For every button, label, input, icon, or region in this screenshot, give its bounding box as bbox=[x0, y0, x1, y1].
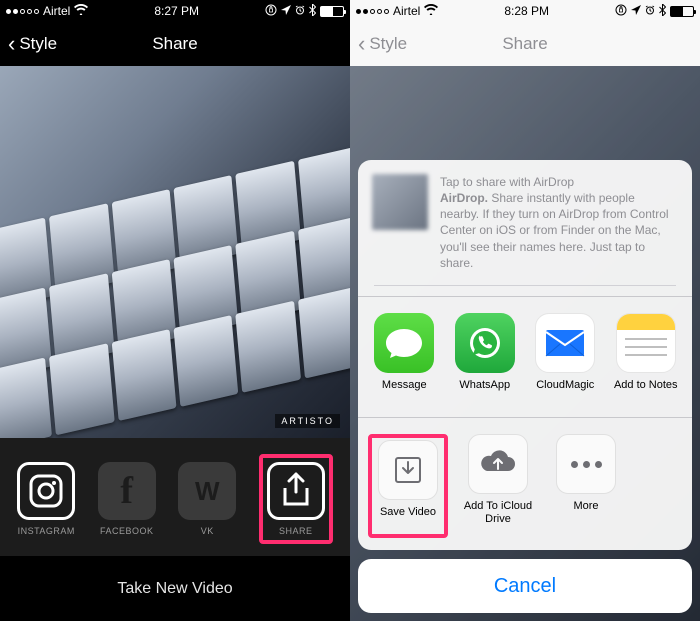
status-bar: Airtel 8:27 PM bbox=[0, 0, 350, 22]
airdrop-text: Tap to share with AirDrop AirDrop. Share… bbox=[440, 174, 676, 271]
bluetooth-icon bbox=[309, 4, 316, 19]
share-notes-button[interactable]: Add to Notes bbox=[609, 313, 683, 405]
location-icon bbox=[631, 5, 641, 18]
share-facebook-button[interactable]: f FACEBOOK bbox=[98, 462, 156, 536]
back-label: Style bbox=[19, 34, 57, 54]
chevron-left-icon: ‹ bbox=[8, 33, 15, 55]
action-row: Save Video Add To iCloud Drive bbox=[358, 418, 692, 550]
action-label: More bbox=[573, 500, 598, 526]
wifi-icon bbox=[424, 4, 438, 18]
wifi-icon bbox=[74, 4, 88, 18]
orientation-lock-icon bbox=[615, 4, 627, 19]
location-icon bbox=[281, 5, 291, 18]
save-video-button[interactable]: Save Video bbox=[374, 440, 442, 532]
app-share-row: Message WhatsApp CloudMagi bbox=[358, 297, 692, 417]
back-label: Style bbox=[369, 34, 407, 54]
nav-bar: ‹ Style Share bbox=[0, 22, 350, 66]
watermark-label: ARTISTO bbox=[275, 414, 340, 428]
clock-label: 8:27 PM bbox=[154, 4, 199, 18]
share-label: INSTAGRAM bbox=[18, 526, 75, 536]
battery-icon bbox=[670, 6, 694, 17]
highlight-save-video: Save Video bbox=[368, 434, 448, 538]
share-label: FACEBOOK bbox=[100, 526, 154, 536]
app-label: CloudMagic bbox=[536, 379, 594, 405]
message-icon bbox=[374, 313, 434, 373]
bluetooth-icon bbox=[659, 4, 666, 19]
share-vk-button[interactable]: W VK bbox=[178, 462, 236, 536]
signal-dots-icon bbox=[356, 9, 389, 14]
take-new-video-button[interactable]: Take New Video bbox=[0, 556, 350, 621]
share-whatsapp-button[interactable]: WhatsApp bbox=[448, 313, 522, 405]
share-label: VK bbox=[201, 526, 214, 536]
app-label: Message bbox=[382, 379, 427, 405]
chevron-left-icon: ‹ bbox=[358, 33, 365, 55]
share-instagram-button[interactable]: INSTAGRAM bbox=[17, 462, 75, 536]
phone-left: Airtel 8:27 PM bbox=[0, 0, 350, 621]
facebook-icon: f bbox=[98, 462, 156, 520]
cloud-upload-icon bbox=[468, 434, 528, 494]
more-button[interactable]: More bbox=[548, 434, 624, 538]
share-options-row: INSTAGRAM f FACEBOOK W VK SHARE bbox=[0, 438, 350, 556]
background-preview: Tap to share with AirDrop AirDrop. Share… bbox=[350, 66, 700, 621]
action-label: Add To iCloud Drive bbox=[460, 500, 536, 526]
airdrop-thumbnail bbox=[372, 174, 428, 230]
save-video-icon bbox=[378, 440, 438, 500]
back-button[interactable]: ‹ Style bbox=[358, 33, 407, 55]
back-button[interactable]: ‹ Style bbox=[8, 33, 57, 55]
vk-icon: W bbox=[178, 462, 236, 520]
battery-icon bbox=[320, 6, 344, 17]
signal-dots-icon bbox=[6, 9, 39, 14]
phone-right: Airtel 8:28 PM bbox=[350, 0, 700, 621]
clock-label: 8:28 PM bbox=[504, 4, 549, 18]
whatsapp-icon bbox=[455, 313, 515, 373]
video-preview: ARTISTO bbox=[0, 66, 350, 438]
share-sheet: Tap to share with AirDrop AirDrop. Share… bbox=[358, 160, 692, 613]
icloud-drive-button[interactable]: Add To iCloud Drive bbox=[460, 434, 536, 538]
alarm-icon bbox=[295, 5, 305, 18]
highlight-share: SHARE bbox=[259, 454, 333, 544]
app-label: Add to Notes bbox=[614, 379, 678, 405]
carrier-label: Airtel bbox=[43, 4, 70, 18]
more-icon bbox=[556, 434, 616, 494]
share-cloudmagic-button[interactable]: CloudMagic bbox=[528, 313, 602, 405]
page-title: Share bbox=[152, 34, 197, 54]
page-title: Share bbox=[502, 34, 547, 54]
status-bar: Airtel 8:28 PM bbox=[350, 0, 700, 22]
nav-bar: ‹ Style Share bbox=[350, 22, 700, 66]
carrier-label: Airtel bbox=[393, 4, 420, 18]
share-message-button[interactable]: Message bbox=[367, 313, 441, 405]
notes-icon bbox=[616, 313, 676, 373]
action-label: Save Video bbox=[380, 506, 436, 532]
app-label: WhatsApp bbox=[459, 379, 510, 405]
share-label: SHARE bbox=[279, 526, 313, 536]
cancel-button[interactable]: Cancel bbox=[358, 559, 692, 613]
instagram-icon bbox=[17, 462, 75, 520]
share-icon bbox=[267, 462, 325, 520]
orientation-lock-icon bbox=[265, 4, 277, 19]
alarm-icon bbox=[645, 5, 655, 18]
cloudmagic-icon bbox=[535, 313, 595, 373]
airdrop-section[interactable]: Tap to share with AirDrop AirDrop. Share… bbox=[358, 160, 692, 285]
share-system-button[interactable]: SHARE bbox=[267, 462, 325, 536]
